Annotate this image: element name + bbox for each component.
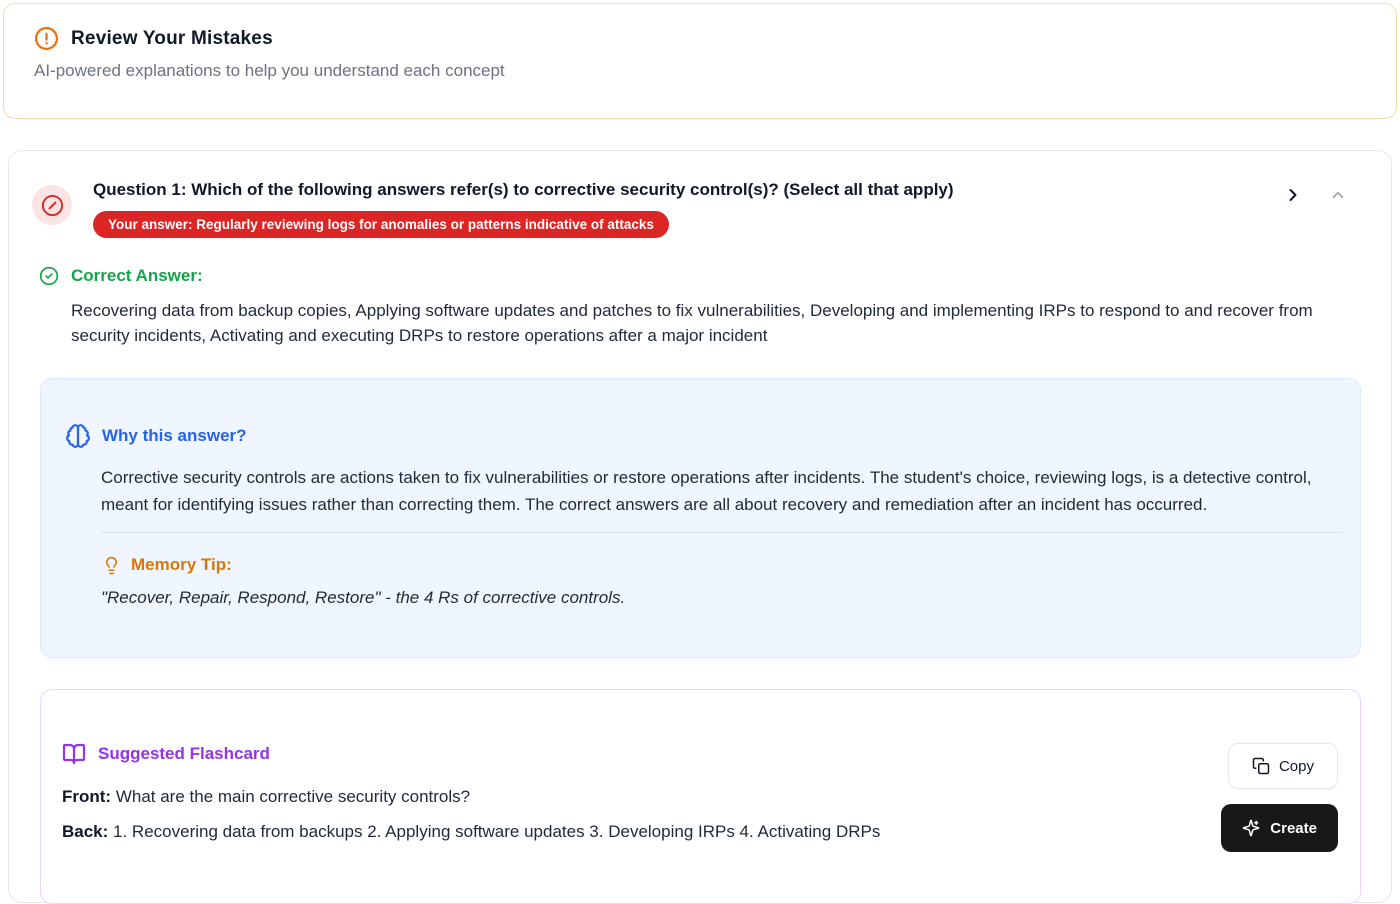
expand-question-button[interactable] [1281, 183, 1305, 207]
correct-answer-text: Recovering data from backup copies, Appl… [71, 298, 1361, 348]
flashcard-front: Front: What are the main corrective secu… [62, 787, 1200, 807]
check-circle-icon [39, 266, 59, 286]
explanation-text: Corrective security controls are actions… [101, 464, 1342, 518]
flashcard-back: Back: 1. Recovering data from backups 2.… [62, 822, 1200, 842]
flashcard-back-text: 1. Recovering data from backups 2. Apply… [108, 822, 880, 841]
book-open-icon [62, 742, 86, 766]
chevron-right-icon [1283, 185, 1303, 205]
flashcard-front-text: What are the main corrective security co… [111, 787, 470, 806]
flashcard-front-label: Front: [62, 787, 111, 806]
explanation-box: Why this answer? Corrective security con… [40, 378, 1361, 658]
memory-tip-text: "Recover, Repair, Respond, Restore" - th… [101, 588, 1342, 608]
divider [101, 532, 1342, 533]
wrong-answer-avatar [32, 185, 72, 225]
question-review-card: Question 1: Which of the following answe… [8, 150, 1392, 903]
question-title: Question 1: Which of the following answe… [93, 177, 954, 200]
suggested-flashcard-label: Suggested Flashcard [98, 744, 270, 764]
page-subtitle: AI-powered explanations to help you unde… [34, 61, 1366, 81]
memory-tip-label: Memory Tip: [131, 555, 232, 575]
copy-button-label: Copy [1279, 758, 1314, 775]
x-circle-icon [41, 194, 64, 217]
sparkles-icon [1242, 819, 1260, 837]
review-header-card: Review Your Mistakes AI-powered explanat… [3, 3, 1397, 119]
lightbulb-icon [102, 556, 121, 575]
chevron-up-icon [1329, 186, 1347, 204]
create-button[interactable]: Create [1221, 804, 1338, 852]
create-button-label: Create [1270, 820, 1317, 837]
alert-circle-icon [34, 26, 59, 51]
your-answer-badge: Your answer: Regularly reviewing logs fo… [93, 211, 669, 238]
page-title: Review Your Mistakes [71, 28, 273, 50]
copy-icon [1252, 757, 1270, 775]
brain-icon [65, 423, 91, 449]
question-header: Question 1: Which of the following answe… [32, 177, 1361, 238]
collapse-question-button[interactable] [1327, 184, 1349, 206]
flashcard-back-label: Back: [62, 822, 108, 841]
flashcard-actions: Copy Create [1221, 743, 1338, 852]
why-this-answer-label: Why this answer? [102, 426, 247, 446]
correct-answer-section: Correct Answer: Recovering data from bac… [32, 266, 1361, 348]
suggested-flashcard-card: Suggested Flashcard Front: What are the … [40, 689, 1361, 904]
correct-answer-label: Correct Answer: [71, 266, 203, 286]
copy-button[interactable]: Copy [1228, 743, 1338, 789]
